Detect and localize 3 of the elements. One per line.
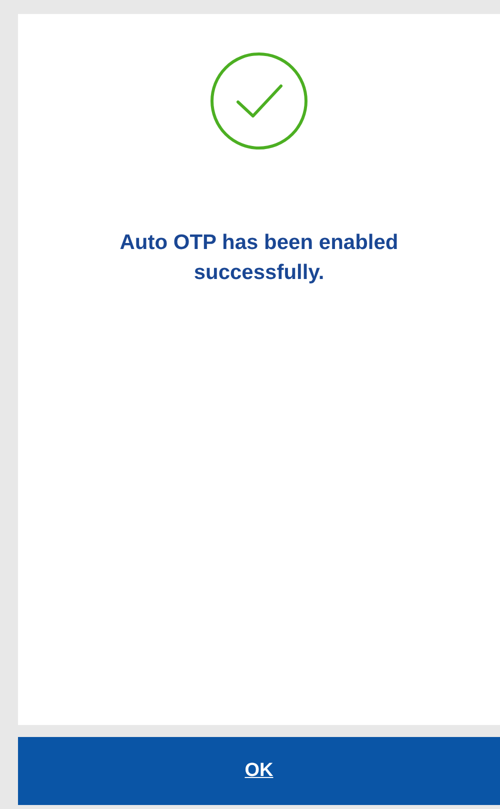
success-message: Auto OTP has been enabled successfully.: [118, 230, 400, 286]
checkmark-icon: [210, 52, 308, 150]
ok-button[interactable]: OK: [18, 737, 500, 805]
